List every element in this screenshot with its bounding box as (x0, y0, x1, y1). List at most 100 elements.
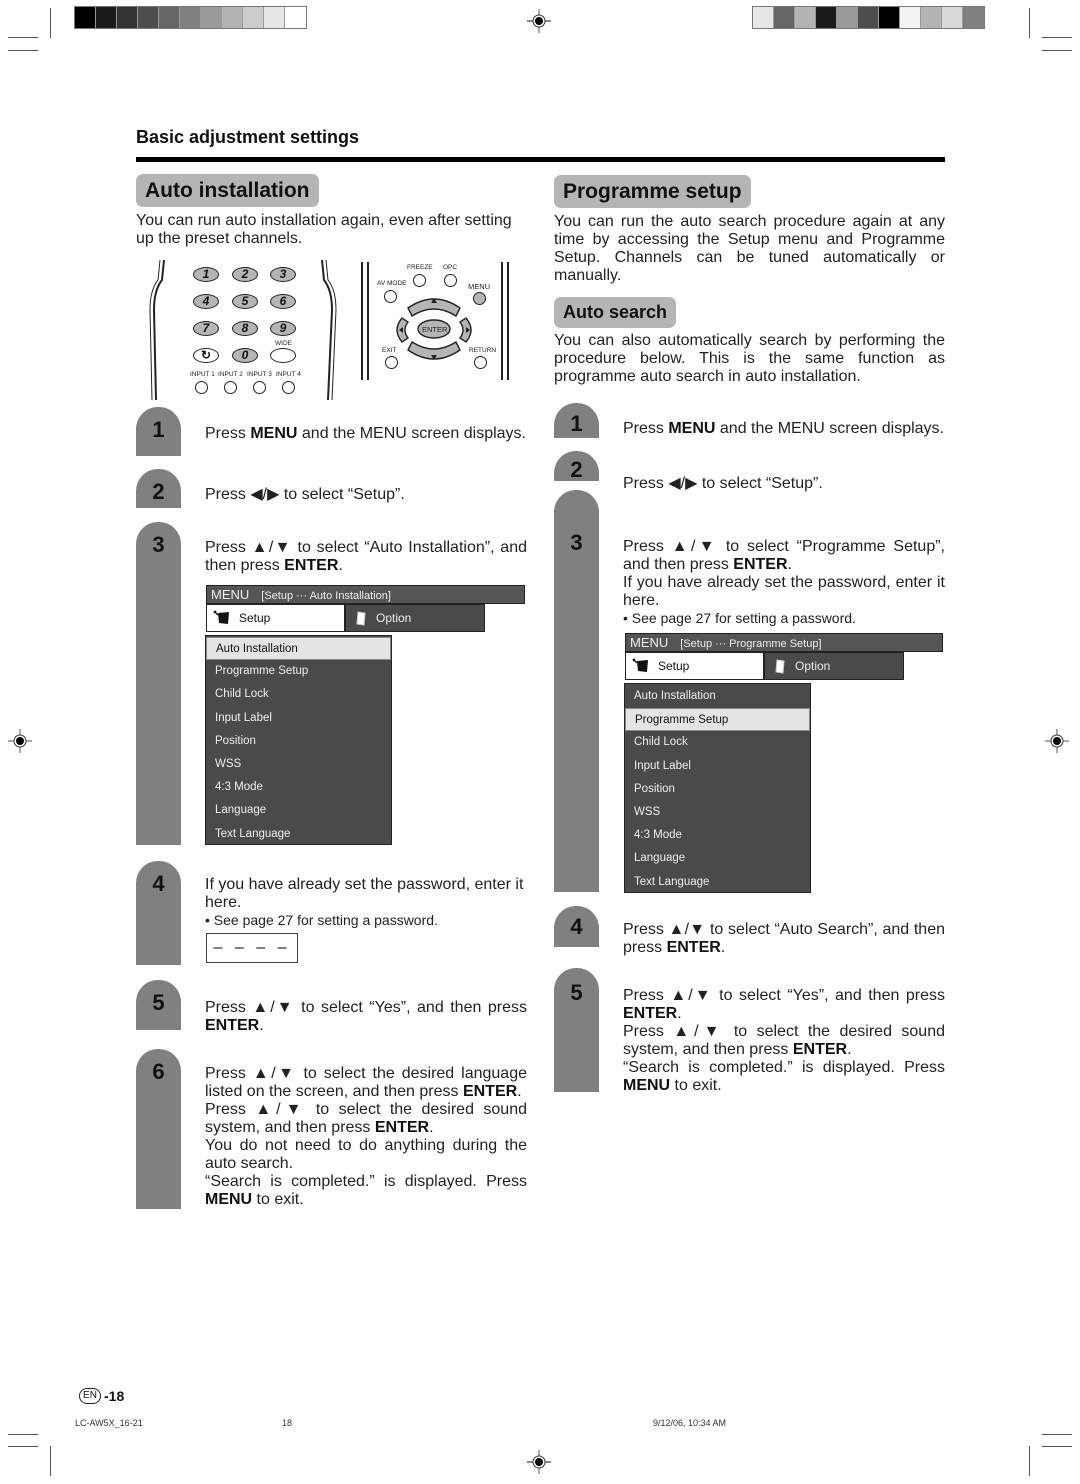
menu-item[interactable]: Language (625, 847, 810, 870)
section-title: Basic adjustment settings (136, 127, 360, 147)
opc-label: OPC (443, 264, 458, 271)
color-swatch (942, 7, 963, 28)
password-input[interactable]: – – – – (206, 933, 298, 963)
crop-mark (8, 1434, 38, 1435)
right-step-5-text: Press ▲/▼ to select “Yes”, and then pres… (623, 987, 945, 1095)
left-step-3-text: Press ▲/▼ to select “Auto Installation”,… (205, 539, 527, 574)
color-swatch (75, 7, 96, 28)
tab-option[interactable]: Option (764, 652, 904, 680)
step-line: Press ▲/▼ to select “Yes”, and then pres… (623, 987, 945, 1022)
menu-breadcrumb: [Setup ··· Auto Installation] (261, 590, 391, 602)
left-step-2-text: Press ◀/▶ to select “Setup”. (205, 486, 405, 503)
menu-label: MENU (468, 282, 491, 291)
tab-setup[interactable]: Setup (625, 652, 764, 680)
av-mode-label: AV MODE (377, 280, 407, 287)
crop-mark (50, 1446, 51, 1476)
remote-key-3: 3 (270, 267, 296, 282)
menu-breadcrumb: [Setup ··· Programme Setup] (680, 638, 822, 650)
step-line: Press ▲/▼ to select the desired sound sy… (205, 1101, 527, 1136)
menu-item[interactable]: WSS (625, 801, 810, 824)
option-card-icon (775, 658, 785, 674)
step-number: 3 (152, 532, 165, 557)
setup-tools-icon (213, 610, 229, 624)
registration-mark-icon (527, 1450, 551, 1474)
menu-item[interactable]: Auto Installation (625, 685, 810, 708)
input3-label: INPUT 3 (247, 371, 272, 378)
step-line: If you have already set the password, en… (205, 876, 524, 911)
color-swatch (117, 7, 138, 28)
programme-setup-intro: You can run the auto search procedure ag… (554, 213, 945, 284)
page-number: EN -18 (79, 1388, 124, 1404)
remote-key-0: 0 (232, 348, 258, 363)
step-number: 1 (152, 417, 165, 442)
step-line: “Search is completed.” is displayed. Pre… (205, 1173, 527, 1208)
menu-title-bar: MENU [Setup ··· Auto Installation] (206, 585, 525, 604)
remote-key-wide (270, 348, 296, 363)
wide-label: WIDE (275, 340, 292, 347)
color-swatch (222, 7, 243, 28)
enter-label: ENTER (422, 325, 448, 334)
color-swatch (837, 7, 858, 28)
color-swatch (138, 7, 159, 28)
menu-label: MENU (630, 635, 669, 650)
input1-label: INPUT 1 (190, 371, 215, 378)
remote-key-2: 2 (232, 267, 258, 282)
menu-item[interactable]: Position (206, 730, 391, 753)
color-swatch (816, 7, 837, 28)
color-swatch (264, 7, 285, 28)
tab-option[interactable]: Option (345, 604, 485, 632)
step-number: 2 (152, 479, 165, 504)
step-line: If you have already set the password, en… (623, 574, 945, 609)
input2-label: INPUT 2 (218, 371, 243, 378)
menu-item[interactable]: Programme Setup (625, 708, 810, 732)
left-step-5-text: Press ▲/▼ to select “Yes”, and then pres… (205, 999, 527, 1034)
step-number: 6 (152, 1059, 165, 1084)
menu-item[interactable]: Auto Installation (206, 637, 391, 661)
menu-item[interactable]: 4:3 Mode (206, 776, 391, 799)
step-note: • See page 27 for setting a password. (623, 610, 856, 626)
remote-control-illustration: 1 2 3 4 5 6 7 8 9 ↻ 0 WIDE INPUT 1 INPUT… (140, 250, 520, 400)
crop-mark (1042, 1434, 1072, 1435)
remote-key-6: 6 (270, 294, 296, 309)
header-rule (136, 157, 945, 162)
menu-item[interactable]: 4:3 Mode (625, 824, 810, 847)
setup-menu-list: Auto Installation Programme Setup Child Lo… (624, 683, 811, 893)
menu-item[interactable]: Text Language (625, 871, 810, 894)
color-swatch (900, 7, 921, 28)
exit-label: EXIT (382, 347, 397, 354)
menu-item[interactable]: Input Label (206, 707, 391, 730)
input4-button-icon (282, 381, 295, 394)
tab-setup[interactable]: Setup (206, 604, 345, 632)
registration-mark-icon (1045, 729, 1069, 753)
flashback-key-icon: ↻ (193, 348, 219, 363)
menu-item[interactable]: Child Lock (206, 683, 391, 706)
menu-item[interactable]: WSS (206, 753, 391, 776)
right-step-4-text: Press ▲/▼ to select “Auto Search”, and t… (623, 921, 945, 956)
remote-key-5: 5 (232, 294, 258, 309)
menu-tabs: Setup Option (206, 604, 485, 632)
crop-mark (50, 8, 51, 38)
exit-button-icon (385, 356, 398, 369)
crop-mark (8, 37, 38, 38)
menu-item[interactable]: Text Language (206, 823, 391, 846)
menu-item[interactable]: Child Lock (625, 731, 810, 754)
color-swatch (879, 7, 900, 28)
menu-item[interactable]: Position (625, 778, 810, 801)
step-number: 4 (570, 914, 583, 939)
menu-item[interactable]: Language (206, 799, 391, 822)
step-badge-3: 3 (136, 522, 181, 845)
step-note: • See page 27 for setting a password. (205, 912, 438, 928)
menu-item[interactable]: Programme Setup (206, 660, 391, 683)
menu-label: MENU (211, 587, 250, 602)
auto-installation-intro: You can run auto installation again, eve… (136, 212, 512, 247)
input1-button-icon (195, 381, 208, 394)
step-badge-2: 2 (554, 451, 599, 482)
crop-mark (1029, 8, 1030, 38)
color-swatch (96, 7, 117, 28)
menu-item[interactable]: Input Label (625, 755, 810, 778)
remote-key-4: 4 (193, 294, 219, 309)
tab-label: Setup (239, 611, 271, 625)
left-step-1-text: Press MENU and the MENU screen displays. (205, 425, 526, 442)
setup-menu-list: Auto Installation Programme Setup Child Lo… (205, 635, 392, 845)
menu-button-icon (473, 292, 486, 305)
